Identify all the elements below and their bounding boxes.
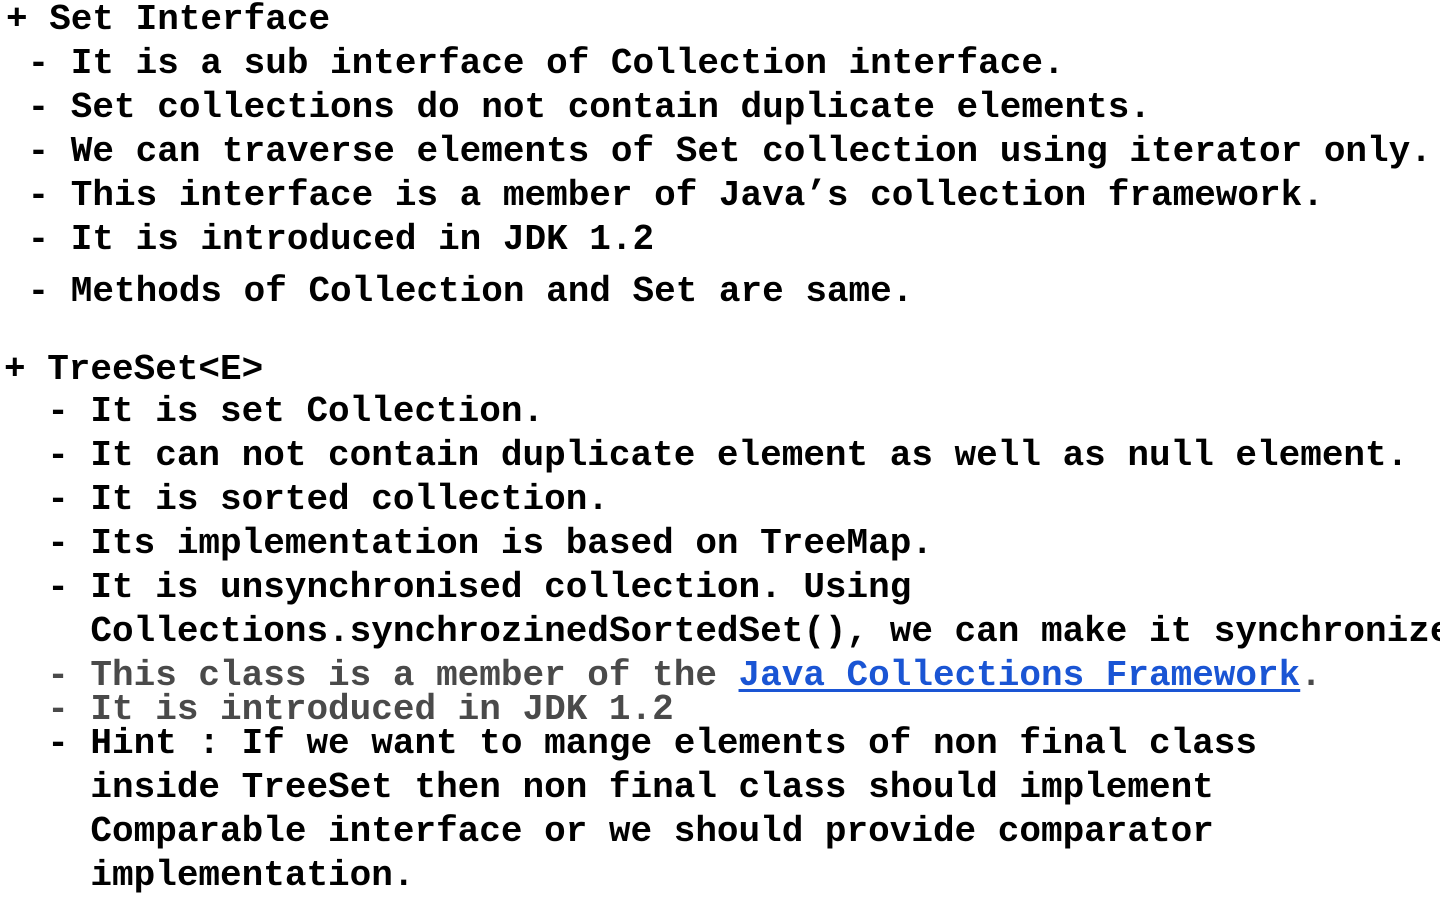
set-point-5: - It is introduced in JDK 1.2	[6, 219, 655, 260]
set-point-1: - It is a sub interface of Collection in…	[6, 43, 1065, 84]
treeset-hint-line-4: implementation.	[4, 855, 415, 896]
set-point-2: - Set collections do not contain duplica…	[6, 87, 1151, 128]
treeset-point-2: - It can not contain duplicate element a…	[4, 435, 1409, 476]
set-point-4: - This interface is a member of Java’s c…	[6, 175, 1324, 216]
treeset-hint-line-1: - Hint : If we want to mange elements of…	[4, 723, 1258, 764]
member-period: .	[1300, 655, 1322, 696]
treeset-point-5: - It is unsynchronised collection. Using	[4, 567, 912, 608]
treeset-point-5-continued: Collections.synchrozinedSortedSet(), we …	[4, 611, 1440, 652]
set-point-3: - We can traverse elements of Set collec…	[6, 131, 1432, 172]
set-interface-heading: + Set Interface	[6, 0, 331, 40]
set-point-6: - Methods of Collection and Set are same…	[6, 271, 914, 312]
java-collections-framework-link[interactable]: Java Collections Framework	[739, 655, 1301, 696]
treeset-hint-line-2: inside TreeSet then non final class shou…	[4, 767, 1214, 808]
treeset-point-4: - Its implementation is based on TreeMap…	[4, 523, 933, 564]
treeset-point-3: - It is sorted collection.	[4, 479, 609, 520]
treeset-hint-line-3: Comparable interface or we should provid…	[4, 811, 1214, 852]
treeset-heading: + TreeSet<E>	[4, 349, 264, 390]
treeset-point-1: - It is set Collection.	[4, 391, 545, 432]
